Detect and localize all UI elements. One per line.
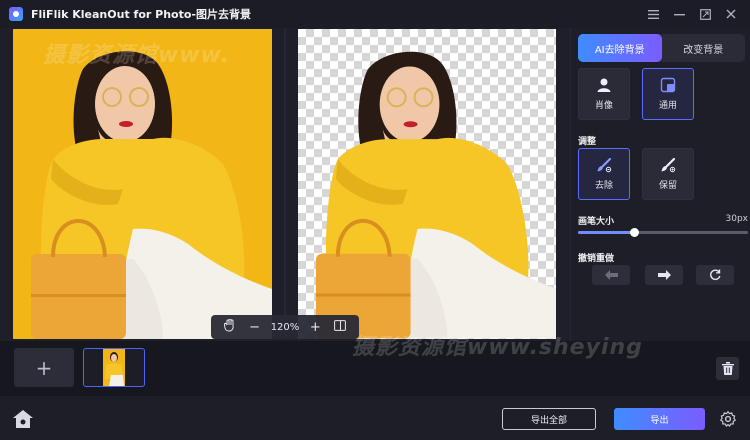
reset-button[interactable] [696, 265, 734, 285]
history-heading: 撤销重做 [578, 254, 615, 264]
window-controls [640, 0, 744, 28]
result-image [298, 29, 556, 339]
layers-icon [660, 77, 676, 93]
redo-icon [657, 270, 671, 280]
mode-portrait-label: 肖像 [594, 101, 613, 111]
zoom-in-button[interactable]: + [306, 320, 324, 335]
portrait-illustration [13, 29, 272, 339]
settings-gear-icon[interactable] [720, 411, 736, 427]
compare-toggle-icon[interactable] [331, 319, 349, 335]
cutout-illustration [315, 51, 556, 339]
zoom-level: 120% [270, 321, 300, 333]
tool-keep-button[interactable]: 保留 [642, 148, 694, 200]
thumbnail-preview [103, 349, 125, 386]
home-icon[interactable] [12, 409, 34, 429]
mode-general-button[interactable]: 通用 [642, 68, 694, 120]
tool-erase-button[interactable]: 去除 [578, 148, 630, 200]
mode-tabs: AI去除背景 改变背景 [578, 34, 745, 62]
brush-size-value: 30px [725, 214, 749, 224]
app-logo-icon [9, 7, 23, 21]
zoom-toolbar: − 120% + [211, 315, 359, 339]
undo-button[interactable] [592, 265, 630, 285]
footer-bar: 导出全部 导出 [0, 396, 750, 440]
person-icon [597, 78, 611, 92]
watermark: 摄影资源馆www. [43, 43, 230, 68]
undo-icon [604, 270, 618, 280]
keep-brush-icon [661, 157, 676, 173]
tab-change-background[interactable]: 改变背景 [662, 34, 746, 62]
tool-sidebar: AI去除背景 改变背景 肖像 通用 调整 去除 保留 画笔大小 30px 撤销重… [570, 28, 750, 341]
thumbnail-strip: + 摄影资源馆www.sheying [0, 335, 750, 396]
close-icon[interactable] [718, 0, 744, 28]
image-thumbnail[interactable] [83, 348, 145, 387]
original-image: 摄影资源馆www. [13, 29, 272, 339]
redo-button[interactable] [645, 265, 683, 285]
compare-divider [284, 29, 286, 339]
mode-general-label: 通用 [658, 101, 677, 111]
canvas-area: 摄影资源馆www. − 120% + [0, 28, 570, 341]
brush-size-heading: 画笔大小 [578, 217, 615, 227]
tool-keep-label: 保留 [658, 181, 677, 191]
title-bar: FliFlik KleanOut for Photo-图片去背景 [0, 0, 750, 28]
app-title: FliFlik KleanOut for Photo-图片去背景 [31, 8, 251, 21]
zoom-out-button[interactable]: − [246, 320, 264, 335]
tab-remove-background[interactable]: AI去除背景 [578, 34, 662, 62]
tool-erase-label: 去除 [594, 181, 613, 191]
add-image-button[interactable]: + [14, 348, 74, 387]
trash-icon [721, 362, 734, 375]
erase-brush-icon [597, 157, 612, 173]
adjust-heading: 调整 [578, 137, 597, 147]
reset-icon [710, 269, 721, 281]
delete-image-button[interactable] [716, 357, 739, 380]
brush-size-slider-fill [578, 231, 635, 234]
menu-icon[interactable] [640, 0, 666, 28]
minimize-icon[interactable] [666, 0, 692, 28]
export-all-button[interactable]: 导出全部 [502, 408, 596, 430]
brush-size-slider-knob[interactable] [630, 228, 640, 237]
mode-portrait-button[interactable]: 肖像 [578, 68, 630, 120]
export-button[interactable]: 导出 [614, 408, 705, 430]
watermark: 摄影资源馆www.sheying [352, 335, 643, 360]
maximize-icon[interactable] [692, 0, 718, 28]
brush-size-slider[interactable] [578, 228, 748, 237]
hand-pan-icon[interactable] [221, 318, 239, 336]
